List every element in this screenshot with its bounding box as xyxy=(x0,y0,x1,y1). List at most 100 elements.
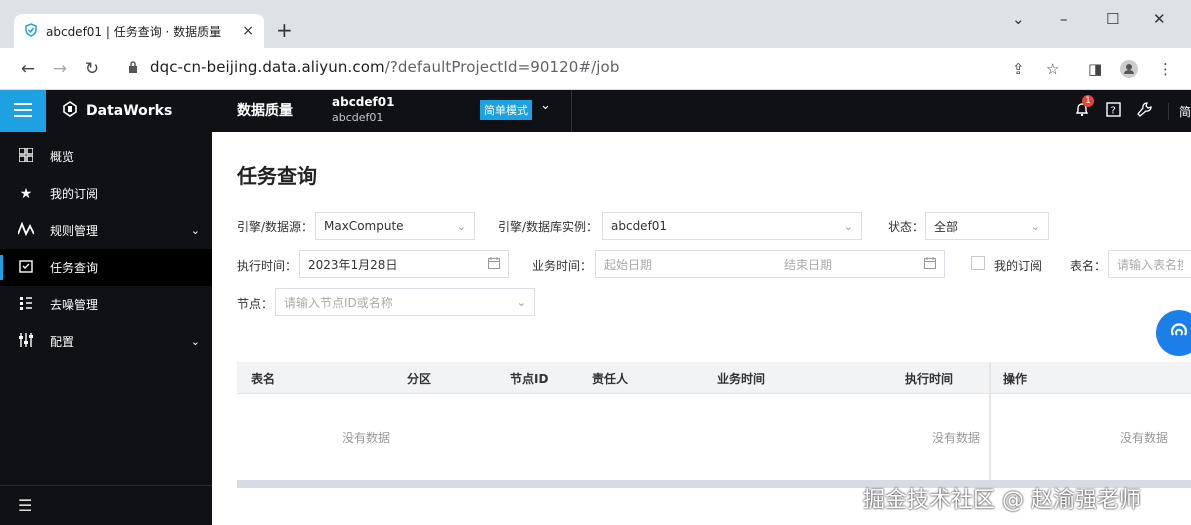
column-header[interactable]: 业务时间 xyxy=(717,370,765,387)
exec-date-picker[interactable]: 2023年1月28日 xyxy=(299,250,509,278)
column-header[interactable]: 操作 xyxy=(1003,370,1027,387)
close-icon[interactable]: × xyxy=(242,23,254,39)
column-header[interactable]: 节点ID xyxy=(510,370,548,387)
node-placeholder: 请输入节点ID或名称 xyxy=(284,295,393,310)
project-name: abcdef01 xyxy=(332,95,395,109)
table-header: 表名 分区 节点ID 责任人 业务时间 执行时间 操作 xyxy=(237,362,1191,394)
sidebar-collapse-button[interactable]: ☰ xyxy=(0,485,212,525)
lock-icon xyxy=(128,61,138,77)
project-subname: abcdef01 xyxy=(332,111,384,124)
share-icon[interactable]: ⇪ xyxy=(1012,60,1025,78)
new-tab-button[interactable]: + xyxy=(276,20,293,40)
node-select[interactable]: 请输入节点ID或名称 ⌄ xyxy=(275,288,535,316)
sidebar-item-denoise[interactable]: 去噪管理 xyxy=(0,286,212,323)
column-header[interactable]: 责任人 xyxy=(592,370,628,387)
maximize-button[interactable]: ☐ xyxy=(1106,10,1119,28)
floating-assistant-button[interactable] xyxy=(1156,310,1191,356)
exec-time-label: 执行时间： xyxy=(237,259,298,273)
help-icon[interactable]: ? xyxy=(1106,101,1121,121)
column-header[interactable]: 表名 xyxy=(251,370,275,387)
sidebar-item-task-query[interactable]: 任务查询 xyxy=(0,249,212,286)
exec-date-value: 2023年1月28日 xyxy=(308,257,398,272)
project-switcher[interactable]: abcdef01 abcdef01 xyxy=(332,94,394,126)
engine-label: 引擎/数据源： xyxy=(237,220,314,234)
column-header[interactable]: 分区 xyxy=(407,370,431,387)
brand-name: DataWorks xyxy=(86,103,173,119)
wrench-icon[interactable] xyxy=(1137,101,1152,121)
reload-icon[interactable]: ↻ xyxy=(76,59,108,79)
empty-state: 没有数据 xyxy=(342,431,391,445)
chevron-down-icon[interactable]: ⌄ xyxy=(1012,10,1025,28)
back-icon[interactable]: ← xyxy=(12,59,44,79)
chevron-down-icon: ⌄ xyxy=(843,219,853,233)
chevron-down-icon: ⌄ xyxy=(190,335,200,348)
chevron-down-icon: ⌄ xyxy=(1030,219,1040,233)
profile-avatar-icon[interactable] xyxy=(1120,60,1138,82)
node-label: 节点： xyxy=(237,297,274,311)
calendar-icon xyxy=(488,256,500,272)
menu-toggle-button[interactable] xyxy=(0,90,46,132)
column-header[interactable]: 执行时间 xyxy=(905,370,953,387)
engine-select[interactable]: MaxCompute ⌄ xyxy=(315,212,475,240)
mode-badge[interactable]: 简单模式 xyxy=(480,100,532,120)
grid-icon xyxy=(18,146,34,166)
sidebar-item-config[interactable]: 配置 ⌄ xyxy=(0,323,212,360)
main-content: 任务查询 引擎/数据源： MaxCompute ⌄ 引擎/数据库实例： abcd… xyxy=(212,132,1191,525)
denoise-icon xyxy=(18,296,34,314)
subscribe-checkbox[interactable] xyxy=(971,256,985,270)
sidebar-item-overview[interactable]: 概览 xyxy=(0,138,212,175)
kebab-menu-icon[interactable]: ⋮ xyxy=(1158,60,1173,78)
biz-end-placeholder: 结束日期 xyxy=(784,257,833,272)
status-label: 状态： xyxy=(888,220,925,234)
sidepanel-icon[interactable]: ◨ xyxy=(1088,60,1102,78)
address-bar[interactable]: dqc-cn-beijing.data.aliyun.com/?defaultP… xyxy=(150,58,619,76)
chevron-down-icon: ⌄ xyxy=(516,295,526,309)
sidebar: 概览 ★ 我的订阅 规则管理 ⌄ 任务查询 去噪管理 配置 ⌄ ☰ xyxy=(0,132,212,525)
table-fixed-divider xyxy=(989,362,991,482)
instance-select[interactable]: abcdef01 ⌄ xyxy=(602,212,862,240)
sidebar-item-label: 配置 xyxy=(50,335,75,349)
language-switch[interactable]: 简 xyxy=(1167,102,1191,120)
status-value: 全部 xyxy=(934,219,959,234)
biz-start-placeholder: 起始日期 xyxy=(604,257,653,272)
svg-text:?: ? xyxy=(1110,105,1115,116)
app-header: DataWorks 数据质量 abcdef01 abcdef01 简单模式 ⌄ … xyxy=(0,90,1191,132)
notification-badge: 1 xyxy=(1081,95,1094,107)
bell-icon[interactable]: 1 xyxy=(1074,95,1094,121)
hamburger-icon xyxy=(14,102,32,120)
header-divider xyxy=(571,90,572,132)
sidebar-item-rules[interactable]: 规则管理 ⌄ xyxy=(0,212,212,249)
tab-title: abcdef01 | 任务查询 · 数据质量 xyxy=(46,24,222,39)
calendar-icon xyxy=(924,256,936,272)
star-icon: ★ xyxy=(19,185,33,202)
bookmark-star-icon[interactable]: ☆ xyxy=(1046,60,1059,78)
sidebar-item-subscriptions[interactable]: ★ 我的订阅 xyxy=(0,175,212,212)
sidebar-item-label: 规则管理 xyxy=(50,224,99,238)
assistant-icon xyxy=(1169,321,1189,346)
sidebar-item-label: 我的订阅 xyxy=(50,187,99,201)
url-path: /?defaultProjectId=90120#/job xyxy=(384,58,620,76)
table-name-placeholder: 请输入表名搜 xyxy=(1117,257,1183,272)
footer-watermark: 掘金技术社区 @ 赵渝强老师 xyxy=(863,488,1141,513)
pulse-icon xyxy=(17,221,35,240)
chevron-down-icon: ⌄ xyxy=(456,219,466,233)
table-name-label: 表名： xyxy=(1070,259,1107,273)
forward-icon[interactable]: → xyxy=(44,59,76,79)
window-close-button[interactable]: ✕ xyxy=(1153,10,1166,28)
minimize-button[interactable]: – xyxy=(1060,10,1068,28)
url-host: dqc-cn-beijing.data.aliyun.com xyxy=(150,58,385,76)
status-select[interactable]: 全部 ⌄ xyxy=(925,212,1049,240)
table-name-input[interactable]: 请输入表名搜 xyxy=(1108,250,1191,278)
subscribe-label: 我的订阅 xyxy=(994,259,1043,273)
module-title[interactable]: 数据质量 xyxy=(237,90,293,132)
brand[interactable]: DataWorks xyxy=(62,90,172,132)
engine-value: MaxCompute xyxy=(324,219,404,233)
chevron-down-icon: ⌄ xyxy=(190,224,200,237)
biz-time-label: 业务时间： xyxy=(532,259,593,273)
browser-tab[interactable]: abcdef01 | 任务查询 · 数据质量 × xyxy=(14,14,264,48)
chevron-down-icon[interactable]: ⌄ xyxy=(540,98,551,113)
empty-state: 没有数据 xyxy=(932,431,981,445)
shield-icon xyxy=(24,22,38,40)
biz-date-range-picker[interactable]: 起始日期 结束日期 xyxy=(595,250,945,278)
instance-value: abcdef01 xyxy=(611,219,668,233)
